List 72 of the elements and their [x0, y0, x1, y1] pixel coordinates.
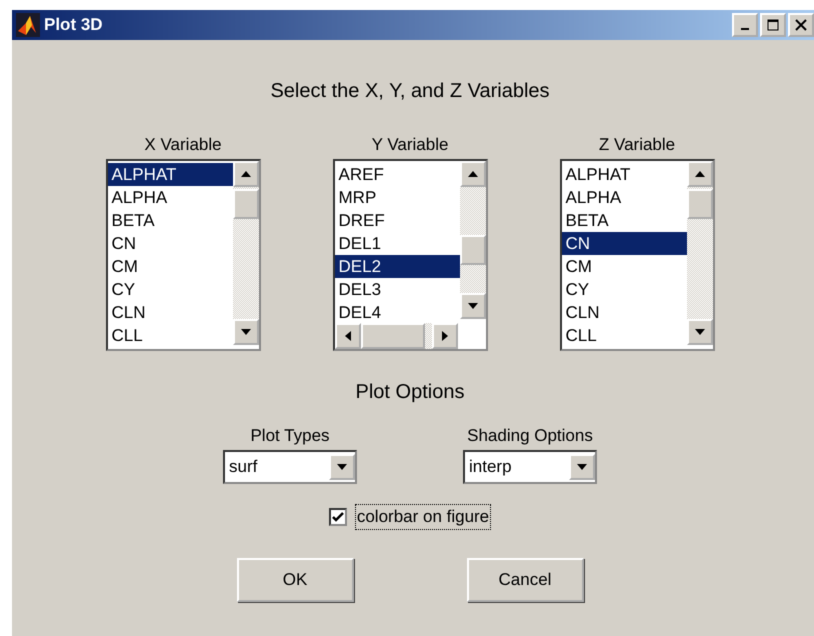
check-icon	[332, 512, 344, 522]
list-item[interactable]: DEL2	[334, 255, 460, 278]
list-item[interactable]: DEL4	[334, 301, 460, 321]
scroll-up-button[interactable]	[686, 161, 712, 187]
minimize-icon	[741, 28, 749, 30]
scroll-thumb[interactable]	[686, 189, 712, 219]
list-item[interactable]: ALPHAT	[108, 163, 232, 186]
caret-icon	[577, 464, 587, 470]
list-item[interactable]: CLN	[562, 301, 686, 324]
maximize-icon	[767, 19, 779, 31]
dropdown-button[interactable]	[329, 454, 355, 480]
scroll-right-button[interactable]	[432, 323, 458, 349]
list-item[interactable]: CY	[562, 278, 686, 301]
dropdown[interactable]: interp	[463, 450, 597, 484]
list-item[interactable]: ALPHA	[108, 186, 232, 209]
list-item[interactable]: DEL1	[334, 232, 460, 255]
scroll-thumb[interactable]	[460, 235, 486, 265]
checkbox[interactable]	[328, 508, 347, 526]
down-arrow-icon	[468, 303, 478, 309]
scroll-down-button[interactable]	[232, 319, 258, 345]
scroll-left-button[interactable]	[334, 323, 360, 349]
list-item[interactable]: ALPHAT	[562, 163, 686, 186]
list-label: Z Variable	[598, 135, 676, 155]
variable-listbox[interactable]: ALPHAT ALPHA BETA CN CM CY CLN CLL	[106, 159, 260, 351]
down-arrow-icon	[694, 329, 704, 335]
list-label: X Variable	[144, 135, 222, 155]
list-label: Y Variable	[372, 135, 448, 155]
logo-icon	[16, 13, 40, 37]
window-title: Plot 3D	[44, 15, 104, 35]
dropdown-label: Shading Options	[467, 426, 593, 446]
variable-listbox[interactable]: AREF MRP DREF DEL1 DEL2 DEL3 DEL4	[332, 159, 488, 351]
list-item[interactable]: DEL3	[334, 278, 460, 301]
dropdown-button[interactable]	[569, 454, 595, 480]
scroll-thumb[interactable]	[232, 189, 258, 219]
checkbox-label[interactable]: colorbar on figure	[354, 504, 492, 530]
list-item[interactable]: BETA	[108, 209, 232, 232]
down-arrow-icon	[240, 329, 250, 335]
section-heading: Plot Options	[356, 381, 464, 404]
dialog-button[interactable]: OK	[236, 558, 354, 602]
list-item[interactable]: CLL	[108, 324, 232, 347]
list-item[interactable]: AREF	[334, 163, 460, 186]
list-item[interactable]: CLN	[108, 301, 232, 324]
list-item[interactable]: ALPHA	[562, 186, 686, 209]
list-item[interactable]: CM	[108, 255, 232, 278]
horizontal-scroll-thumb[interactable]	[360, 323, 424, 349]
scroll-down-button[interactable]	[460, 293, 486, 319]
list-item[interactable]: CN	[108, 232, 232, 255]
caret-icon	[337, 464, 347, 470]
right-arrow-icon	[442, 331, 448, 341]
dropdown-label: Plot Types	[250, 426, 330, 446]
left-arrow-icon	[344, 331, 350, 341]
list-item[interactable]: CN	[562, 232, 686, 255]
maximize-button[interactable]	[760, 13, 786, 37]
minimize-button[interactable]	[732, 13, 758, 37]
scroll-up-button[interactable]	[460, 161, 486, 187]
close-icon	[795, 19, 807, 31]
dropdown[interactable]: surf	[223, 450, 357, 484]
list-item[interactable]: CLL	[562, 324, 686, 347]
section-heading: Select the X, Y, and Z Variables	[270, 80, 550, 103]
up-arrow-icon	[240, 171, 250, 177]
up-arrow-icon	[694, 171, 704, 177]
dialog-button[interactable]: Cancel	[466, 558, 584, 602]
close-button[interactable]	[788, 13, 814, 37]
variable-listbox[interactable]: ALPHAT ALPHA BETA CN CM CY CLN CLL	[560, 159, 714, 351]
list-item[interactable]: MRP	[334, 186, 460, 209]
up-arrow-icon	[468, 171, 478, 177]
list-item[interactable]: DREF	[334, 209, 460, 232]
list-item[interactable]: BETA	[562, 209, 686, 232]
scroll-down-button[interactable]	[686, 319, 712, 345]
list-item[interactable]: CM	[562, 255, 686, 278]
list-item[interactable]: CY	[108, 278, 232, 301]
scroll-up-button[interactable]	[232, 161, 258, 187]
